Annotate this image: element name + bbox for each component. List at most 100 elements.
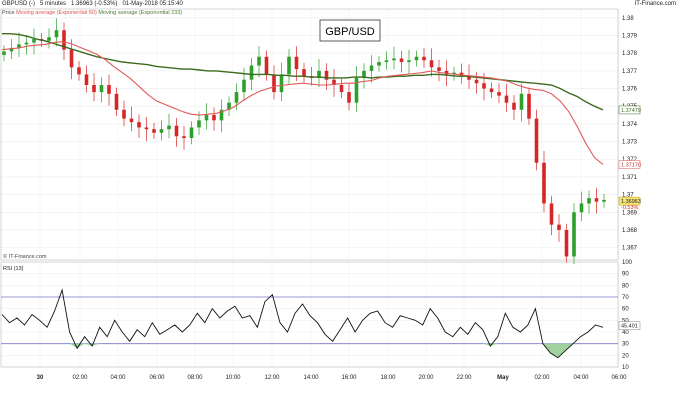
price-tick-label: 1.369: [622, 210, 638, 216]
candle-body: [579, 203, 584, 213]
time-tick-label: 06:00: [149, 375, 165, 381]
time-tick-label: 14:00: [303, 375, 319, 381]
candle-body: [564, 229, 569, 257]
candle-body: [489, 88, 494, 93]
candle-body: [549, 203, 554, 225]
ma50-tag: 1.37170: [621, 163, 641, 169]
time-tick-label: May: [497, 375, 509, 381]
price-tick-label: 1.367: [622, 246, 638, 252]
candle-body: [144, 127, 149, 130]
ma233-tag: 1.37479: [621, 108, 641, 114]
change-label: -0.53%: [621, 205, 639, 211]
rsi-value-tag: 45.401: [621, 324, 638, 330]
candle-body: [347, 92, 351, 103]
candle-body: [182, 136, 186, 139]
candle-body: [99, 85, 104, 93]
time-tick-label: 30: [37, 375, 44, 381]
candle-body: [392, 58, 396, 61]
rsi-tick-label: 30: [622, 342, 629, 348]
price-tick-label: 1.379: [622, 34, 638, 40]
candle-body: [129, 118, 134, 123]
candle-body: [92, 85, 96, 93]
time-tick-label: 20:00: [418, 375, 434, 381]
candle-body: [234, 92, 239, 103]
candle-body: [77, 67, 81, 75]
price-tick-label: 1.368: [622, 228, 638, 234]
candle-body: [167, 125, 171, 130]
price-axis: 1.381.3791.3781.3771.3761.3751.3741.3731…: [622, 16, 638, 252]
time-tick-label: 16:00: [341, 375, 357, 381]
candle-body: [339, 85, 344, 93]
time-axis: 30 02:00 04:00 06:00 08:00 10:00 12:00 14:00 16:…: [37, 375, 628, 381]
candle-body: [354, 77, 359, 103]
candle-body: [572, 212, 576, 257]
candle-body: [384, 60, 389, 63]
price-tick-label: 1.373: [622, 140, 638, 146]
price-tick-label: 1.374: [622, 122, 638, 128]
candle-body: [512, 102, 516, 110]
rsi-title: RSI (13): [3, 266, 24, 272]
candle-body: [294, 56, 299, 70]
price-tick-label: 1.38: [622, 16, 634, 22]
time-tick-label: 12:00: [264, 375, 280, 381]
candle-body: [414, 56, 419, 61]
candle-body: [534, 118, 539, 163]
candle-body: [107, 85, 111, 94]
candle-body: [137, 122, 141, 128]
time-tick-label: 08:00: [187, 375, 203, 381]
candle-body: [212, 115, 216, 121]
rsi-tick-label: 40: [622, 330, 629, 336]
time-tick-label: 06:00: [611, 375, 627, 381]
candle-body: [122, 109, 126, 119]
chart-canvas[interactable]: 1.381.3791.3781.3771.3761.3751.3741.3731…: [0, 0, 679, 407]
time-tick-label: 04:00: [110, 375, 126, 381]
rsi-tick-label: 10: [622, 365, 629, 371]
candle-body: [174, 125, 179, 137]
candle-body: [377, 62, 381, 66]
rsi-line: [1, 288, 604, 359]
candle-body: [369, 65, 374, 71]
candle-body: [437, 67, 441, 71]
candle-body: [24, 42, 29, 45]
candle-body: [594, 198, 599, 202]
chart-title: GBP/USD: [325, 26, 375, 38]
price-grid: [1, 9, 620, 260]
rsi-tick-label: 20: [622, 353, 629, 359]
candle-body: [32, 39, 36, 43]
candle-body: [504, 95, 509, 103]
candle-body: [527, 93, 531, 119]
candle-body: [249, 65, 254, 80]
candle-body: [159, 129, 164, 133]
time-tick-label: 02:00: [72, 375, 88, 381]
rsi-tick-label: 90: [622, 272, 629, 278]
candle-body: [602, 199, 606, 202]
candle-body: [264, 56, 269, 75]
rsi-tick-label: 80: [622, 283, 629, 289]
candle-body: [497, 92, 501, 96]
candle-body: [114, 93, 119, 110]
price-tick-label: 1.378: [622, 51, 638, 57]
candle-body: [189, 127, 194, 139]
candle-body: [69, 49, 74, 68]
rsi-tick-label: 70: [622, 295, 629, 301]
candle-body: [407, 60, 411, 63]
rsi-axis: 100908070605040302010: [622, 260, 633, 371]
rsi-tick-label: 60: [622, 307, 629, 313]
rsi-grid: [1, 261, 620, 368]
price-tick-label: 1.371: [622, 175, 638, 181]
candle-body: [557, 224, 561, 230]
candle-body: [204, 115, 209, 121]
candle-body: [242, 79, 246, 93]
candle-body: [197, 120, 201, 128]
candle-body: [2, 51, 6, 55]
price-tick-label: 1.376: [622, 87, 638, 93]
candle-body: [152, 129, 156, 133]
candle-body: [302, 69, 306, 77]
time-tick-label: 10:00: [225, 375, 241, 381]
candle-body: [542, 162, 546, 204]
candle-body: [287, 56, 291, 75]
candle-body: [47, 37, 51, 41]
price-tick-label: 1.377: [622, 69, 638, 75]
candle-body: [519, 93, 524, 110]
candle-body: [399, 58, 404, 63]
